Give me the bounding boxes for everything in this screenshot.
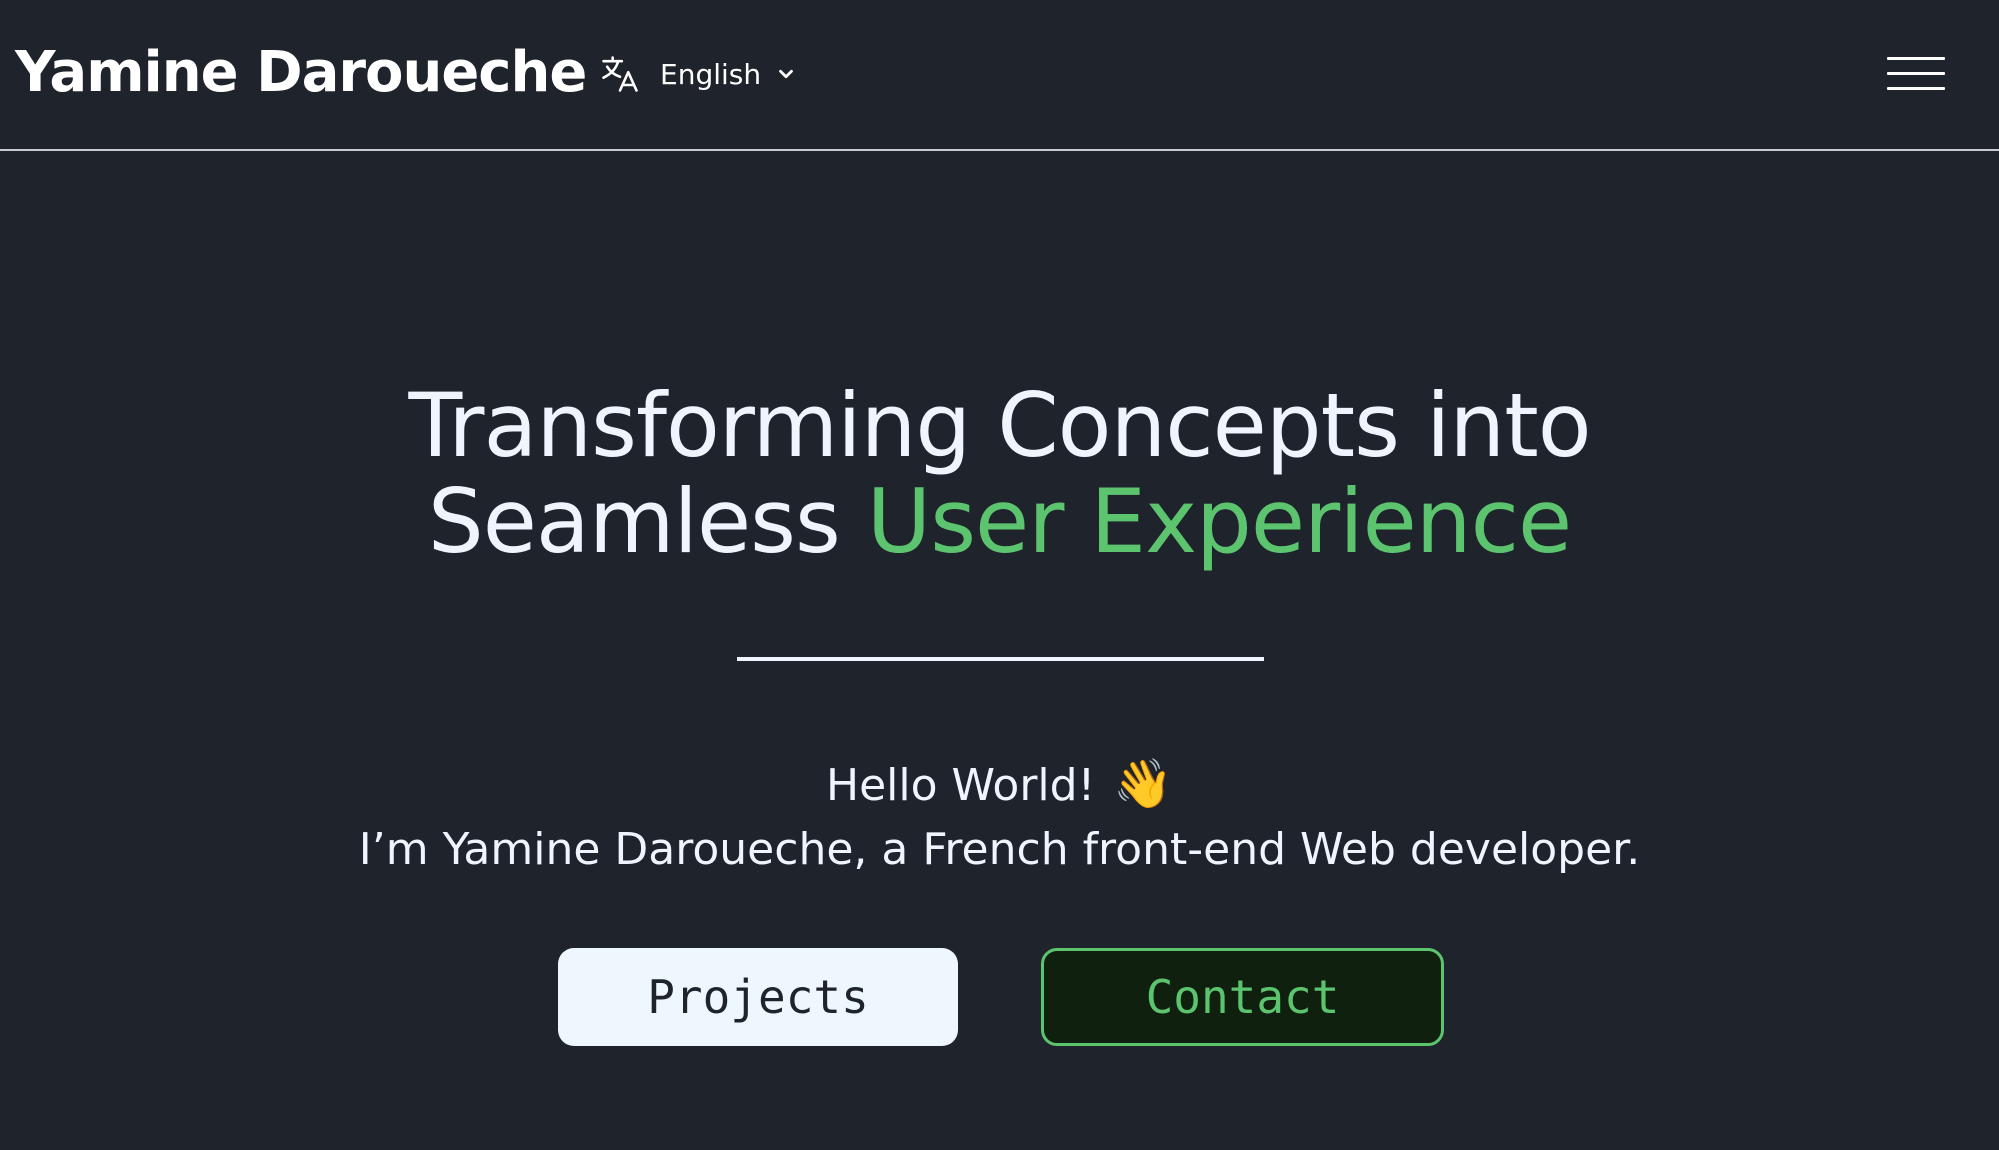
language-label: English (660, 57, 762, 91)
hero-title: Transforming Concepts into Seamless User… (0, 378, 1999, 570)
menu-bar (1887, 72, 1945, 75)
intro-line: I’m Yamine Daroueche, a French front-end… (358, 824, 1641, 875)
intro-text: Hello World! 👋 I’m Yamine Daroueche, a Fr… (0, 752, 1999, 882)
hero-title-line2-prefix: Seamless (427, 470, 867, 573)
contact-button[interactable]: Contact (1041, 948, 1444, 1046)
site-header: Yamine Daroueche English (0, 0, 1999, 151)
waving-hand-icon: 👋 (1113, 756, 1173, 812)
hero-title-accent: User Experience (866, 470, 1572, 573)
greeting-line: Hello World! 👋 (0, 752, 1999, 818)
chevron-down-icon (779, 69, 793, 79)
hamburger-menu-icon[interactable] (1887, 54, 1945, 94)
site-logo-name[interactable]: Yamine Daroueche (15, 40, 587, 105)
language-selector[interactable]: English (598, 52, 797, 96)
hero-title-line1: Transforming Concepts into (408, 374, 1591, 477)
projects-button[interactable]: Projects (558, 948, 958, 1046)
greeting: Hello World! (825, 760, 1096, 811)
translate-icon (602, 56, 638, 92)
hero-divider (737, 657, 1264, 661)
menu-bar (1887, 57, 1945, 60)
menu-bar (1887, 87, 1945, 90)
